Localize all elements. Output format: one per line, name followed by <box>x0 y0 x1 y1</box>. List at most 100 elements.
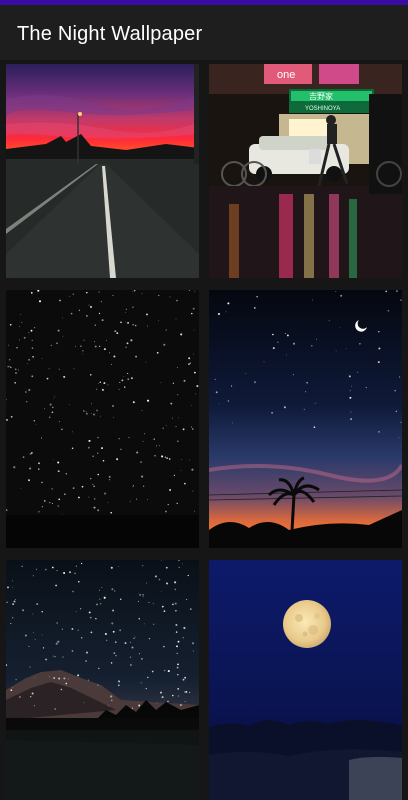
wallpaper-tile-full-moon[interactable] <box>209 560 402 800</box>
star <box>17 369 19 371</box>
star <box>377 361 380 364</box>
star <box>117 680 121 683</box>
star <box>147 676 149 679</box>
wallpaper-tile-palm-dusk[interactable] <box>209 290 402 548</box>
star <box>163 610 166 612</box>
star <box>34 677 36 679</box>
star <box>51 411 54 414</box>
svg-text:YOSHINOYA: YOSHINOYA <box>305 106 340 112</box>
star <box>147 399 150 402</box>
star <box>132 401 135 404</box>
star <box>378 431 380 433</box>
star <box>152 603 154 605</box>
star <box>158 294 160 297</box>
star <box>161 455 164 458</box>
star <box>55 642 58 645</box>
star <box>191 312 193 315</box>
star <box>15 679 17 681</box>
star <box>191 642 195 645</box>
star <box>98 291 100 293</box>
star <box>159 445 160 447</box>
star <box>100 301 102 303</box>
star <box>98 667 100 670</box>
full-moon-image <box>209 560 402 800</box>
star <box>175 318 177 320</box>
star <box>86 411 87 413</box>
star <box>107 384 109 386</box>
star <box>78 496 80 499</box>
star <box>51 566 54 569</box>
star <box>62 335 64 337</box>
star <box>33 420 36 422</box>
star <box>7 365 10 368</box>
star <box>167 503 169 506</box>
star <box>143 433 145 435</box>
star <box>214 378 216 381</box>
star <box>182 678 185 681</box>
star <box>63 375 66 378</box>
star <box>49 403 52 406</box>
star <box>19 339 21 341</box>
star <box>57 461 60 464</box>
star <box>285 354 287 356</box>
star <box>161 591 162 593</box>
star <box>158 320 160 322</box>
star <box>53 398 55 400</box>
star <box>130 641 132 643</box>
star <box>109 479 111 481</box>
star <box>13 600 16 603</box>
star <box>189 362 191 364</box>
wallpaper-tile-neon-street[interactable]: one 吉野家 YOSHINOYA <box>209 64 402 278</box>
star <box>183 379 186 382</box>
star <box>21 565 23 567</box>
star <box>227 302 230 305</box>
star <box>77 580 80 583</box>
star <box>8 344 9 346</box>
star <box>184 691 186 693</box>
star <box>142 593 145 596</box>
star <box>253 381 257 384</box>
star <box>153 438 155 440</box>
wallpaper-tile-mountain-stars[interactable] <box>6 560 199 800</box>
star <box>92 455 94 457</box>
star <box>61 428 63 431</box>
star <box>132 486 134 488</box>
star <box>9 366 11 367</box>
star <box>6 418 8 421</box>
star <box>138 704 141 707</box>
star <box>88 304 90 306</box>
star <box>89 616 92 619</box>
wallpaper-tile-sunset-road[interactable] <box>6 64 199 278</box>
star <box>97 382 99 384</box>
star <box>78 309 81 312</box>
star <box>313 426 316 429</box>
star <box>99 602 102 605</box>
star <box>19 325 20 327</box>
star <box>35 568 37 570</box>
star <box>28 332 30 334</box>
star <box>305 391 307 393</box>
star <box>190 405 192 407</box>
app-title: The Night Wallpaper <box>17 23 203 45</box>
star <box>357 371 359 373</box>
star <box>60 688 63 691</box>
star <box>129 656 132 658</box>
star <box>28 359 30 361</box>
star <box>125 321 126 323</box>
star <box>111 622 114 625</box>
star <box>175 426 177 428</box>
star <box>6 601 8 603</box>
star <box>193 329 195 331</box>
star <box>103 382 106 385</box>
star <box>56 622 58 624</box>
star <box>398 437 400 439</box>
star <box>161 696 164 699</box>
star <box>56 570 58 572</box>
star <box>127 321 130 324</box>
wallpaper-tile-starry-sky[interactable] <box>6 290 199 548</box>
star <box>99 598 101 600</box>
star <box>192 650 194 652</box>
star <box>176 652 178 655</box>
star <box>109 352 111 354</box>
star <box>174 588 177 591</box>
